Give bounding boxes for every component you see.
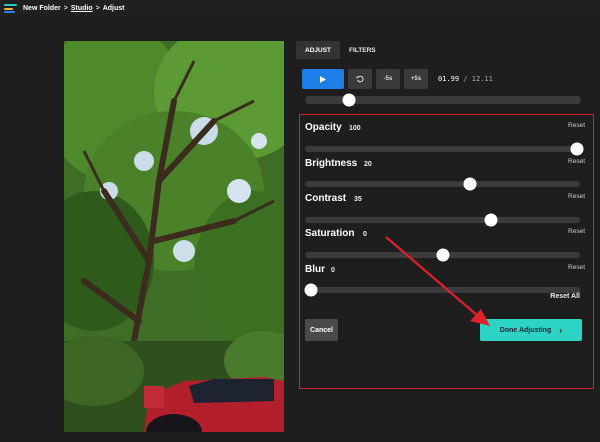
saturation-value: 0 [363,231,367,238]
brightness-reset-link[interactable]: Reset [568,158,585,165]
opacity-label: Opacity [305,122,342,133]
rewind-button[interactable] [348,69,372,89]
contrast-label: Contrast [305,193,347,204]
adjustments-section: Opacity 100 Reset Brightness 20 Reset Co… [299,114,594,389]
current-time: 01.99 [438,75,460,83]
play-button[interactable] [302,69,344,89]
back-5s-button[interactable]: -5s [376,69,400,89]
brightness-label: Brightness [305,158,358,169]
breadcrumb-folder[interactable]: New Folder [23,5,61,12]
play-icon [320,75,326,83]
opacity-slider[interactable] [305,142,584,156]
breadcrumb-separator: > [63,5,68,12]
contrast-slider[interactable] [305,213,580,227]
saturation-slider[interactable] [305,248,580,262]
video-frame-image [64,41,284,432]
time-separator: / [463,75,468,83]
brightness-slider-handle[interactable] [463,177,477,191]
duration: 12.11 [471,75,493,83]
blur-label: Blur [305,264,325,275]
opacity-reset-link[interactable]: Reset [568,122,585,129]
breadcrumb-current: Adjust [102,5,125,12]
blur-slider[interactable] [304,283,580,297]
rewind-icon [356,75,364,83]
breadcrumb-separator: > [95,5,100,12]
contrast-value: 35 [354,196,362,203]
chevron-right-icon: › [559,325,563,335]
time-readout: 01.99 / 12.11 [438,75,493,83]
done-adjusting-button[interactable]: Done Adjusting › [480,319,582,341]
app-logo-icon[interactable] [4,3,17,14]
tab-bar: ADJUST FILTERS [296,41,385,59]
video-preview [64,41,284,432]
breadcrumb-studio-link[interactable]: Studio [71,5,93,12]
forward-5s-button[interactable]: +5s [404,69,428,89]
brightness-slider[interactable] [305,177,580,191]
saturation-reset-link[interactable]: Reset [568,228,585,235]
cancel-button[interactable]: Cancel [305,319,338,341]
playback-controls: -5s +5s 01.99 / 12.11 [302,69,493,89]
contrast-reset-link[interactable]: Reset [568,193,585,200]
tab-filters[interactable]: FILTERS [340,41,385,59]
reset-all-link[interactable]: Reset All [550,293,580,300]
timeline-handle[interactable] [342,93,356,107]
opacity-slider-handle[interactable] [570,142,584,156]
saturation-label: Saturation [305,228,355,239]
saturation-slider-handle[interactable] [436,248,449,262]
contrast-slider-handle[interactable] [484,213,498,227]
opacity-value: 100 [349,125,361,132]
blur-value: 0 [331,267,335,274]
adjust-panel: ADJUST FILTERS -5s +5s 01.99 / 12.11 Opa… [296,41,596,389]
blur-slider-handle[interactable] [304,283,317,297]
tab-adjust[interactable]: ADJUST [296,41,341,59]
done-adjusting-label: Done Adjusting [499,326,552,334]
top-bar: New Folder > Studio > Adjust [0,0,600,17]
brightness-value: 20 [364,161,372,168]
blur-reset-link[interactable]: Reset [568,264,585,271]
timeline-slider[interactable] [305,93,581,107]
